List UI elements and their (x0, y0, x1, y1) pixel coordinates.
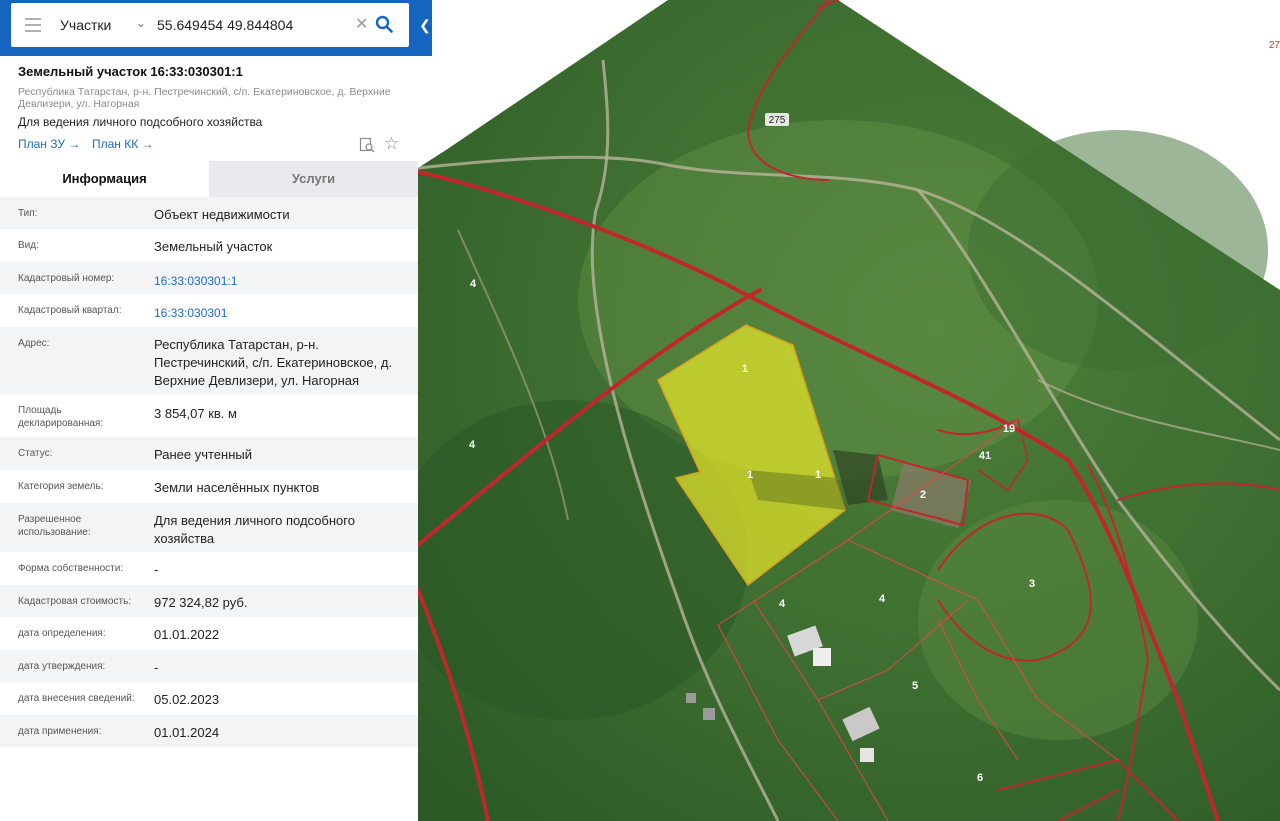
info-table: Тип: Объект недвижимости Вид: Земельный … (0, 197, 418, 747)
info-row-determination-date: дата определения: 01.01.2022 (0, 617, 418, 650)
object-use: Для ведения личного подсобного хозяйства (18, 115, 263, 129)
info-value: Земли населённых пунктов (154, 480, 320, 495)
close-icon[interactable]: ✕ (355, 14, 368, 34)
info-value: Ранее учтенный (154, 447, 252, 462)
menu-icon[interactable] (25, 18, 41, 32)
info-value: - (154, 660, 159, 675)
info-row-approval-date: дата утверждения: - (0, 650, 418, 682)
info-label: дата применения: (18, 726, 102, 737)
info-row-land-category: Категория земель: Земли населённых пункт… (0, 470, 418, 503)
search-type-select[interactable]: Участки (60, 17, 111, 33)
map-view[interactable]: 275 4 4 1 1 1 19 41 2 3 4 4 5 6 27 (418, 0, 1280, 821)
info-label: Форма собственности: (18, 563, 124, 574)
tab-bar: Информация Услуги (0, 161, 418, 197)
search-box: Участки ⌄ ✕ (11, 3, 409, 47)
info-row-cadastral-number: Кадастровый номер: 16:33:030301:1 (0, 262, 418, 294)
info-row-application-date: дата применения: 01.01.2024 (0, 715, 418, 747)
info-label: Категория земель: (18, 481, 104, 492)
cadastral-map-app: 275 4 4 1 1 1 19 41 2 3 4 4 5 6 27 Участ… (0, 0, 1280, 821)
parcel-label-5: 5 (912, 680, 918, 692)
info-label: Тип: (18, 208, 38, 219)
map-corner-label: 27 (1268, 40, 1280, 51)
info-value: Для ведения личного подсобного хозяйства (154, 513, 355, 546)
info-row-type: Тип: Объект недвижимости (0, 197, 418, 229)
info-value: 01.01.2024 (154, 725, 220, 740)
info-row-address: Адрес: Республика Татарстан, р-н. Пестре… (0, 327, 418, 394)
info-label: дата внесения сведений: (18, 693, 135, 704)
info-label: Кадастровый номер: (18, 273, 115, 284)
info-value: Республика Татарстан, р-н. Пестречинский… (154, 337, 393, 388)
info-row-area: Площадь декларированная: 3 854,07 кв. м (0, 394, 418, 437)
info-value: 05.02.2023 (154, 692, 220, 707)
info-label: Кадастровая стоимость: (18, 596, 132, 607)
info-value: Объект недвижимости (154, 207, 290, 222)
info-row-entry-date: дата внесения сведений: 05.02.2023 (0, 682, 418, 715)
parcel-label-6: 6 (977, 772, 983, 784)
star-icon[interactable]: ☆ (384, 134, 399, 154)
info-label: дата определения: (18, 628, 106, 639)
info-value: - (154, 562, 159, 577)
info-row-kind: Вид: Земельный участок (0, 229, 418, 262)
object-address: Республика Татарстан, р-н. Пестречинский… (18, 86, 391, 110)
chevron-down-icon[interactable]: ⌄ (136, 16, 146, 30)
collapse-panel-button[interactable]: ❮ (418, 3, 432, 47)
tab-services[interactable]: Услуги (209, 161, 418, 197)
document-search-icon[interactable] (359, 137, 375, 153)
parcel-label-1c: 1 (815, 469, 821, 481)
info-label: Кадастровый квартал: (18, 305, 122, 316)
parcel-label-4b: 4 (469, 439, 476, 451)
info-label: Площадь декларированная: (18, 405, 104, 429)
info-panel: Участки ⌄ ✕ ❮ Земельный участок 16:33:03… (0, 0, 432, 821)
parcel-label-3: 3 (1029, 578, 1035, 590)
info-row-ownership: Форма собственности: - (0, 552, 418, 585)
info-row-cadastral-quarter: Кадастровый квартал: 16:33:030301 (0, 294, 418, 327)
search-bar: Участки ⌄ ✕ ❮ (0, 0, 432, 56)
parcel-label-4c: 4 (779, 598, 786, 610)
info-row-permitted-use: Разрешенное использование: Для ведения л… (0, 503, 418, 552)
info-label: дата утверждения: (18, 661, 106, 672)
info-label: Вид: (18, 240, 39, 251)
cadastral-number-link[interactable]: 16:33:030301:1 (154, 272, 404, 290)
info-value: 01.01.2022 (154, 627, 220, 642)
info-label: Адрес: (18, 338, 50, 349)
parcel-label-4a: 4 (470, 278, 477, 290)
parcel-label-2: 2 (920, 489, 926, 501)
search-input[interactable] (157, 14, 347, 36)
info-label: Разрешенное использование: (18, 514, 91, 538)
parcel-label-1b: 1 (747, 469, 753, 481)
info-row-cadastral-value: Кадастровая стоимость: 972 324,82 руб. (0, 585, 418, 617)
plan-zu-link[interactable]: План ЗУ → (18, 137, 80, 151)
object-title: Земельный участок 16:33:030301:1 (18, 64, 243, 79)
info-row-status: Статус: Ранее учтенный (0, 437, 418, 470)
search-icon[interactable] (375, 15, 393, 33)
cadastral-quarter-link[interactable]: 16:33:030301 (154, 304, 404, 322)
info-value: 972 324,82 руб. (154, 595, 248, 610)
parcel-label-4d: 4 (879, 593, 886, 605)
parcel-label-1a: 1 (742, 363, 748, 375)
parcel-label-19: 19 (1003, 423, 1015, 435)
info-label: Статус: (18, 448, 53, 459)
plan-kk-link[interactable]: План КК → (92, 137, 154, 151)
parcel-label-41: 41 (979, 450, 991, 462)
parcel-label-275: 275 (769, 115, 786, 126)
info-value: 3 854,07 кв. м (154, 406, 237, 421)
satellite-map[interactable]: 275 4 4 1 1 1 19 41 2 3 4 4 5 6 (418, 0, 1280, 821)
tab-information[interactable]: Информация (0, 161, 209, 197)
info-value: Земельный участок (154, 239, 273, 254)
